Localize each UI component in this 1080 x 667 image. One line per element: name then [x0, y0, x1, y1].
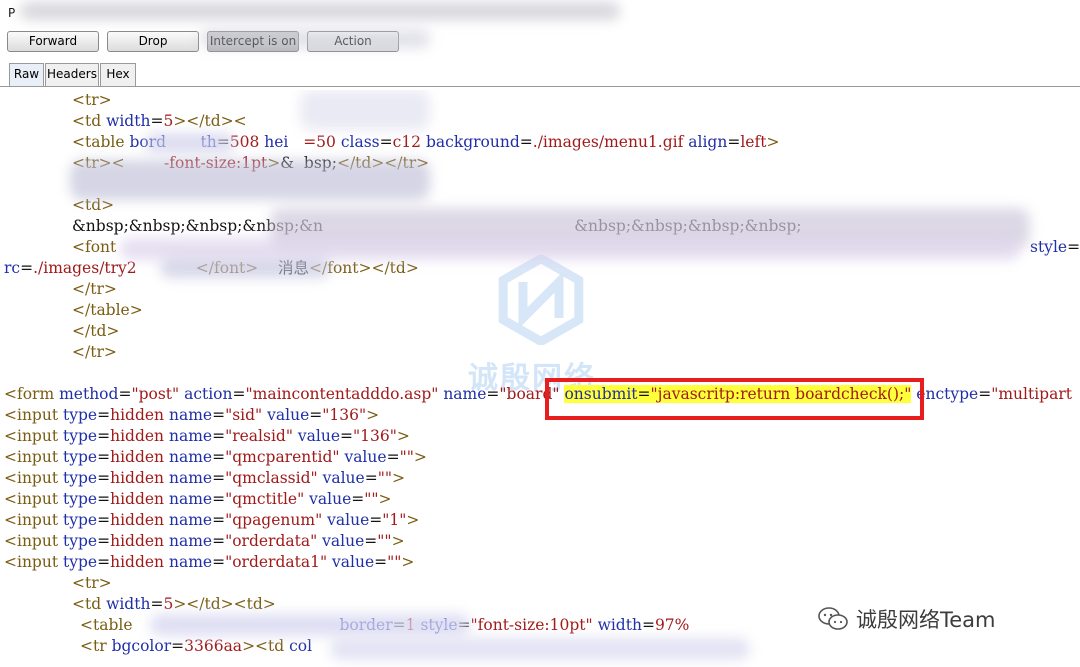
redacted-toolbar-blur: [200, 30, 430, 48]
code-line: <input type=hidden name="qmctitle" value…: [4, 490, 392, 508]
proxy-toolbar-area: P Forward Drop Intercept is on Action Ra…: [0, 0, 1080, 90]
corner-watermark: 诚殷网络Team: [818, 604, 996, 634]
forward-button[interactable]: Forward: [7, 31, 99, 52]
corner-watermark-text: 诚殷网络Team: [856, 608, 996, 632]
code-line: <tr bgcolor=3366aa><td col: [80, 637, 313, 655]
code-line: <input type=hidden name="qmcparentid" va…: [4, 448, 427, 466]
code-line: <tr>: [72, 574, 112, 592]
redacted-code-blur: [145, 133, 235, 153]
code-line: <font: [72, 238, 117, 256]
code-line: <input type=hidden name="qmclassid" valu…: [4, 469, 405, 487]
tab-hex[interactable]: Hex: [100, 63, 136, 86]
redacted-code-blur: [120, 238, 1020, 260]
code-line: <input type=hidden name="sid" value="136…: [4, 406, 380, 424]
redacted-code-blur: [70, 160, 430, 200]
redacted-code-blur: [330, 638, 750, 660]
code-line: </table>: [72, 301, 143, 319]
drop-button[interactable]: Drop: [107, 31, 199, 52]
code-line: <td width=5></td><td>: [72, 595, 276, 613]
tab-raw[interactable]: Raw: [9, 63, 44, 86]
code-line: <input type=hidden name="qpagenum" value…: [4, 511, 420, 529]
redacted-code-blur: [150, 614, 470, 636]
chat-bubble-icon: [818, 607, 848, 630]
window-title-fragment: P: [8, 6, 16, 20]
code-line: </td>: [72, 322, 120, 340]
code-line: <tr>: [72, 91, 112, 109]
code-line: </tr>: [72, 280, 117, 298]
annotation-highlight-box: [545, 378, 924, 420]
redacted-code-blur: [300, 90, 430, 130]
code-line: </tr>: [72, 343, 117, 361]
tab-strip-divider: [0, 86, 1080, 87]
code-line: <td width=5></td><: [72, 112, 247, 130]
tab-headers[interactable]: Headers: [45, 63, 99, 86]
code-line: style=: [1030, 238, 1080, 256]
code-line: <input type=hidden name="orderdata" valu…: [4, 532, 405, 550]
redacted-title-blur: [20, 2, 620, 20]
code-line: <input type=hidden name="realsid" value=…: [4, 427, 410, 445]
code-line: <input type=hidden name="orderdata1" val…: [4, 553, 415, 571]
redacted-code-blur: [160, 258, 330, 278]
